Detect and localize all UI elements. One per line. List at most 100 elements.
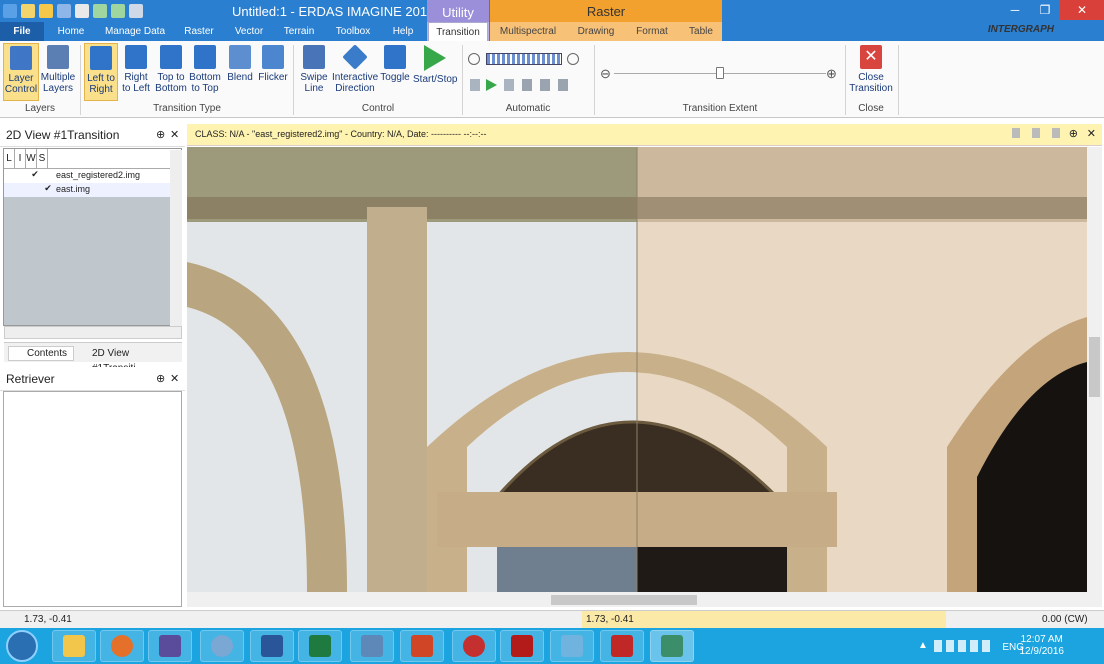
open-folder-icon[interactable] [39, 4, 53, 18]
extent-plus-icon[interactable]: ⊕ [826, 66, 837, 82]
taskbar-word[interactable] [250, 630, 294, 662]
pin-icon[interactable]: ⊕ [156, 372, 165, 385]
layer-row[interactable]: ✔ east.img [4, 183, 181, 197]
zoom-out-icon[interactable] [111, 4, 125, 18]
view-vertical-scrollbar[interactable] [1087, 147, 1102, 592]
tab-raster[interactable]: Raster [180, 22, 218, 41]
play-small-icon[interactable] [486, 79, 497, 91]
new-file-icon[interactable] [21, 4, 35, 18]
close-transition-button[interactable]: ✕ Close Transition [848, 43, 894, 101]
retriever-title: Retriever [6, 372, 55, 386]
taskbar-excel[interactable] [298, 630, 342, 662]
erdas-icon [661, 635, 683, 657]
extent-slider-thumb[interactable] [716, 67, 724, 79]
windows-taskbar: ▲ ENG 12:07 AM 12/9/2016 [0, 628, 1104, 664]
blend-button[interactable]: Blend [224, 43, 256, 101]
multiple-layers-button[interactable]: Multiple Layers [40, 43, 76, 101]
restore-button[interactable]: ❐ [1030, 0, 1060, 20]
swipe-line-button[interactable]: Swipe Line [297, 43, 331, 101]
tray-arrow-icon[interactable]: ▲ [918, 640, 928, 651]
remote-desktop-icon [361, 635, 383, 657]
close-button[interactable]: ✕ [1060, 0, 1104, 20]
tab-home[interactable]: Home [52, 22, 90, 41]
tab-vector[interactable]: Vector [230, 22, 268, 41]
cursor-icon[interactable] [75, 4, 89, 18]
panel-close-icon[interactable]: ✕ [170, 128, 179, 141]
view-tool-icon[interactable] [1012, 128, 1020, 138]
bottom-to-top-button[interactable]: Bottom to Top [188, 43, 222, 101]
view-horizontal-scrollbar[interactable] [187, 592, 1102, 607]
tab-multispectral[interactable]: Multispectral [496, 22, 560, 41]
view-tool-icon[interactable] [1032, 128, 1040, 138]
taskbar-messenger[interactable] [200, 630, 244, 662]
group-label-control: Control [361, 103, 395, 114]
layer-row[interactable]: ✔ east_registered2.img [4, 169, 181, 183]
flicker-button[interactable]: Flicker [257, 43, 289, 101]
right-to-left-button[interactable]: Right to Left [119, 43, 153, 101]
play-icon [424, 45, 446, 71]
tab-format[interactable]: Format [632, 22, 672, 41]
taskbar-book[interactable] [550, 630, 594, 662]
zoom-in-icon[interactable] [93, 4, 107, 18]
tab-terrain[interactable]: Terrain [280, 22, 318, 41]
close-red-icon: ✕ [860, 45, 882, 69]
ribbon-tabs: File Home Manage Data Raster Vector Terr… [0, 22, 1104, 41]
left-to-right-button[interactable]: Left to Right [84, 43, 118, 101]
retriever-panel-header: Retriever ⊕ ✕ [0, 367, 185, 391]
speed-bar[interactable] [486, 53, 562, 65]
arrow-down-small-icon[interactable] [522, 79, 532, 91]
taskbar-explorer[interactable] [52, 630, 96, 662]
taskbar-clock[interactable]: 12:07 AM 12/9/2016 [1020, 634, 1065, 658]
last-frame-icon[interactable] [504, 79, 514, 91]
first-frame-icon[interactable] [470, 79, 480, 91]
layer-control-button[interactable]: Layer Control [3, 43, 39, 101]
speed-slow-icon[interactable] [468, 53, 480, 65]
top-to-bottom-button[interactable]: Top to Bottom [154, 43, 188, 101]
pan-icon[interactable] [129, 4, 143, 18]
tab-table[interactable]: Table [684, 22, 718, 41]
tab-manage-data[interactable]: Manage Data [102, 22, 168, 41]
scroll-thumb[interactable] [551, 595, 697, 605]
taskbar-firefox[interactable] [100, 630, 144, 662]
taskbar-acrobat-reader[interactable] [500, 630, 544, 662]
app-icon[interactable] [3, 4, 17, 18]
layer-list-vertical-scrollbar[interactable] [170, 150, 182, 326]
image-view[interactable] [187, 147, 1087, 592]
taskbar-pdf[interactable] [600, 630, 644, 662]
tab-contents[interactable]: Contents [8, 346, 74, 361]
interactive-direction-button[interactable]: Interactive Direction [332, 43, 378, 101]
arrow-up-small-icon[interactable] [540, 79, 550, 91]
taskbar-erdas[interactable] [650, 630, 694, 662]
view-panel-title: 2D View #1Transition [6, 128, 120, 142]
tab-drawing[interactable]: Drawing [574, 22, 618, 41]
tab-toolbox[interactable]: Toolbox [332, 22, 374, 41]
minimize-button[interactable]: ─ [1000, 0, 1030, 20]
toggle-icon [384, 45, 406, 69]
loop-icon[interactable] [558, 79, 568, 91]
tab-file[interactable]: File [0, 22, 44, 41]
view-close-icon[interactable]: ✕ [1087, 127, 1096, 140]
extent-minus-icon[interactable]: ⊖ [600, 66, 611, 82]
pin-icon[interactable]: ⊕ [1069, 127, 1078, 140]
save-icon[interactable] [57, 4, 71, 18]
taskbar-powerpoint[interactable] [400, 630, 444, 662]
tab-help[interactable]: Help [386, 22, 420, 41]
speed-fast-icon[interactable] [567, 53, 579, 65]
view-tool-icon[interactable] [1052, 128, 1060, 138]
toggle-button[interactable]: Toggle [378, 43, 412, 101]
panel-close-icon[interactable]: ✕ [170, 372, 179, 385]
taskbar-save[interactable] [148, 630, 192, 662]
check-icon[interactable]: ✔ [43, 183, 53, 194]
start-button[interactable] [6, 630, 38, 662]
tray-icons[interactable] [934, 640, 994, 652]
group-divider [80, 45, 81, 115]
taskbar-psp[interactable] [452, 630, 496, 662]
layer-name: east.img [56, 184, 91, 194]
taskbar-remote[interactable] [350, 630, 394, 662]
tab-transition[interactable]: Transition [428, 22, 488, 41]
scroll-thumb[interactable] [1089, 337, 1100, 397]
start-stop-button[interactable]: Start/Stop [413, 43, 457, 101]
pin-icon[interactable]: ⊕ [156, 128, 165, 141]
check-icon[interactable]: ✔ [30, 169, 40, 180]
layer-list-horizontal-scrollbar[interactable] [4, 326, 182, 339]
